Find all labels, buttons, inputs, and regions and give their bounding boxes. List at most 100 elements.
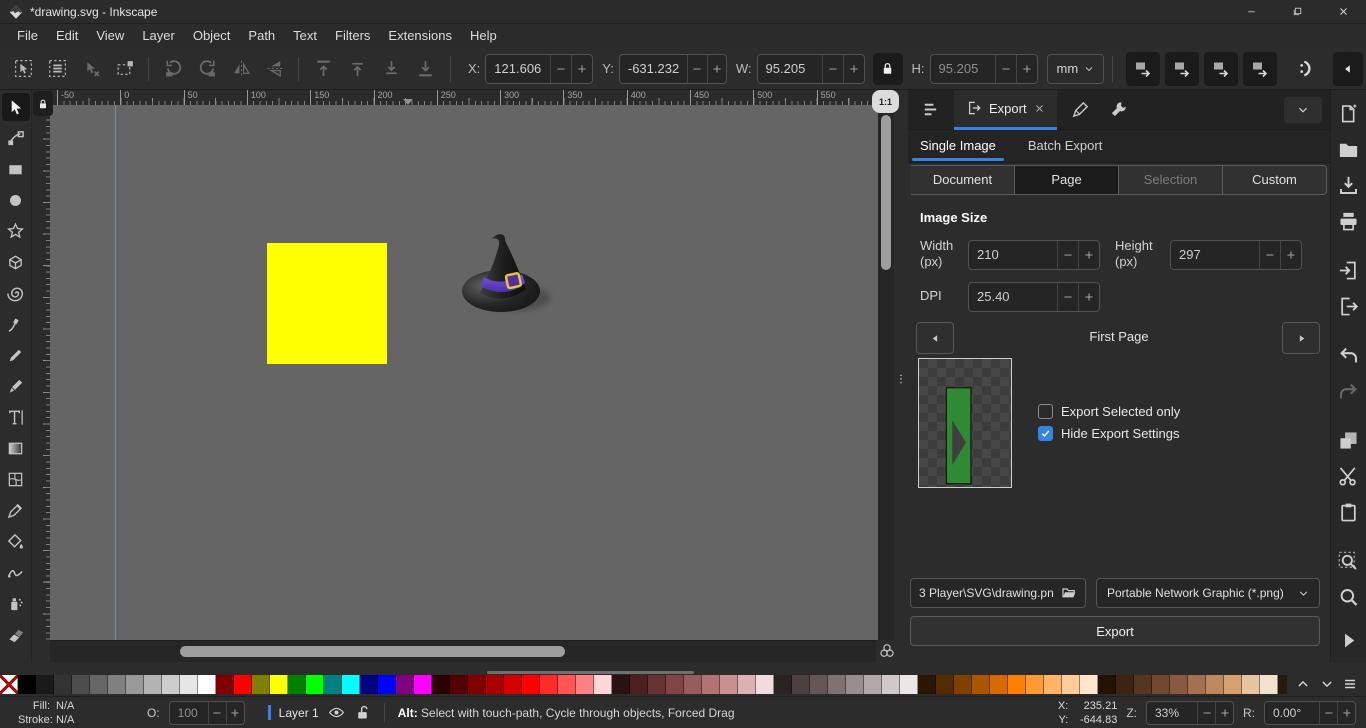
expand-commands-button[interactable] xyxy=(1337,629,1360,652)
dropper-tool[interactable] xyxy=(2,496,30,524)
paste-button[interactable] xyxy=(1337,501,1360,524)
color-swatch[interactable] xyxy=(972,675,990,694)
w-input[interactable]: 95.205 xyxy=(756,53,865,84)
zoom-selection-button[interactable] xyxy=(1337,550,1360,573)
witch-hat-object[interactable] xyxy=(455,231,555,325)
increment-icon[interactable] xyxy=(1280,241,1301,269)
increment-icon[interactable] xyxy=(842,54,864,83)
export-button[interactable]: Export xyxy=(910,616,1320,646)
more-panels-button[interactable] xyxy=(1284,96,1322,123)
increment-icon[interactable] xyxy=(571,54,592,83)
lower-to-bottom-button[interactable] xyxy=(408,52,442,86)
color-swatch[interactable] xyxy=(378,675,396,694)
close-button[interactable] xyxy=(1320,0,1366,24)
rotate-ccw-button[interactable] xyxy=(148,52,190,86)
transform-gradient-toggle[interactable] xyxy=(1204,51,1239,86)
color-swatch[interactable] xyxy=(576,675,594,694)
color-swatch[interactable] xyxy=(468,675,486,694)
export-width-input[interactable]: 210 xyxy=(968,240,1100,270)
color-swatch[interactable] xyxy=(684,675,702,694)
menu-item-layer[interactable]: Layer xyxy=(133,24,184,48)
spiral-tool[interactable] xyxy=(2,279,30,307)
increment-icon[interactable] xyxy=(1215,701,1233,724)
decrement-icon[interactable] xyxy=(994,54,1016,83)
layer-indicator[interactable]: Layer 1 xyxy=(267,705,319,720)
palette-scroll-up-icon[interactable] xyxy=(1296,677,1310,691)
hide-export-settings-checkbox[interactable] xyxy=(1038,426,1053,441)
color-swatch[interactable] xyxy=(882,675,900,694)
color-swatch[interactable] xyxy=(756,675,774,694)
menu-item-edit[interactable]: Edit xyxy=(47,24,87,48)
color-swatch[interactable] xyxy=(1188,675,1206,694)
preferences-panel-tab[interactable] xyxy=(1105,96,1133,124)
transform-corners-toggle[interactable] xyxy=(1165,51,1200,86)
color-swatch[interactable] xyxy=(1152,675,1170,694)
restore-button[interactable] xyxy=(1274,0,1320,24)
color-swatch[interactable] xyxy=(1170,675,1188,694)
decrement-icon[interactable] xyxy=(1057,283,1078,311)
star-tool[interactable] xyxy=(2,217,30,245)
color-swatch[interactable] xyxy=(216,675,234,694)
color-swatch[interactable] xyxy=(936,675,954,694)
vertical-scrollbar[interactable] xyxy=(878,105,894,640)
color-swatch[interactable] xyxy=(594,675,612,694)
quick-zoom-button[interactable]: 1:1 xyxy=(872,90,899,113)
color-swatch[interactable] xyxy=(612,675,630,694)
scope-selection-button[interactable]: Selection xyxy=(1119,165,1223,195)
color-swatch[interactable] xyxy=(792,675,810,694)
color-swatch[interactable] xyxy=(54,675,72,694)
color-swatch[interactable] xyxy=(1260,675,1278,694)
color-swatch[interactable] xyxy=(504,675,522,694)
fill-stroke-panel-tab[interactable] xyxy=(1067,96,1095,124)
color-swatch[interactable] xyxy=(234,675,252,694)
color-swatch[interactable] xyxy=(432,675,450,694)
color-swatch[interactable] xyxy=(1278,675,1287,694)
raise-to-top-button[interactable] xyxy=(298,52,340,86)
units-dropdown[interactable]: mm xyxy=(1046,53,1105,84)
spray-tool[interactable] xyxy=(2,589,30,617)
transform-pattern-toggle[interactable] xyxy=(1243,51,1278,86)
zoom-input[interactable]: 33% xyxy=(1146,700,1234,725)
node-tool[interactable] xyxy=(2,124,30,152)
color-swatch[interactable] xyxy=(1044,675,1062,694)
redo-button[interactable] xyxy=(1337,380,1360,403)
color-swatch[interactable] xyxy=(72,675,90,694)
color-swatch[interactable] xyxy=(864,675,882,694)
decrement-icon[interactable] xyxy=(207,701,226,724)
export-format-dropdown[interactable]: Portable Network Graphic (*.png) xyxy=(1096,578,1320,608)
color-swatch[interactable] xyxy=(108,675,126,694)
menu-item-filters[interactable]: Filters xyxy=(326,24,379,48)
vertical-ruler[interactable] xyxy=(32,105,50,640)
lock-ratio-toggle[interactable] xyxy=(872,52,903,85)
fill-stroke-indicator[interactable]: Fill: N/A Stroke: N/A xyxy=(18,699,102,727)
x-input[interactable]: 121.606 xyxy=(485,53,594,84)
color-swatch[interactable] xyxy=(918,675,936,694)
color-swatch[interactable] xyxy=(900,675,918,694)
color-swatch[interactable] xyxy=(1008,675,1026,694)
selection-box-toggle[interactable] xyxy=(108,52,142,86)
open-document-button[interactable] xyxy=(1337,138,1360,161)
tweak-tool[interactable] xyxy=(2,558,30,586)
color-swatch[interactable] xyxy=(126,675,144,694)
mesh-tool[interactable] xyxy=(2,465,30,493)
color-swatch[interactable] xyxy=(414,675,432,694)
menu-item-view[interactable]: View xyxy=(87,24,133,48)
objects-panel-tab[interactable] xyxy=(916,96,944,124)
color-swatch[interactable] xyxy=(1224,675,1242,694)
menu-item-text[interactable]: Text xyxy=(284,24,326,48)
menu-item-help[interactable]: Help xyxy=(461,24,506,48)
paint-bucket-tool[interactable] xyxy=(2,527,30,555)
color-swatch[interactable] xyxy=(18,675,36,694)
color-swatch[interactable] xyxy=(522,675,540,694)
decrement-icon[interactable] xyxy=(550,54,571,83)
export-height-input[interactable]: 297 xyxy=(1170,240,1302,270)
color-swatch[interactable] xyxy=(252,675,270,694)
yellow-square-object[interactable] xyxy=(267,243,387,364)
menu-item-path[interactable]: Path xyxy=(239,24,284,48)
color-swatch[interactable] xyxy=(954,675,972,694)
color-swatch[interactable] xyxy=(738,675,756,694)
scope-document-button[interactable]: Document xyxy=(911,165,1015,195)
deselect-button[interactable] xyxy=(74,52,108,86)
select-all-button[interactable] xyxy=(6,52,40,86)
color-swatch[interactable] xyxy=(396,675,414,694)
